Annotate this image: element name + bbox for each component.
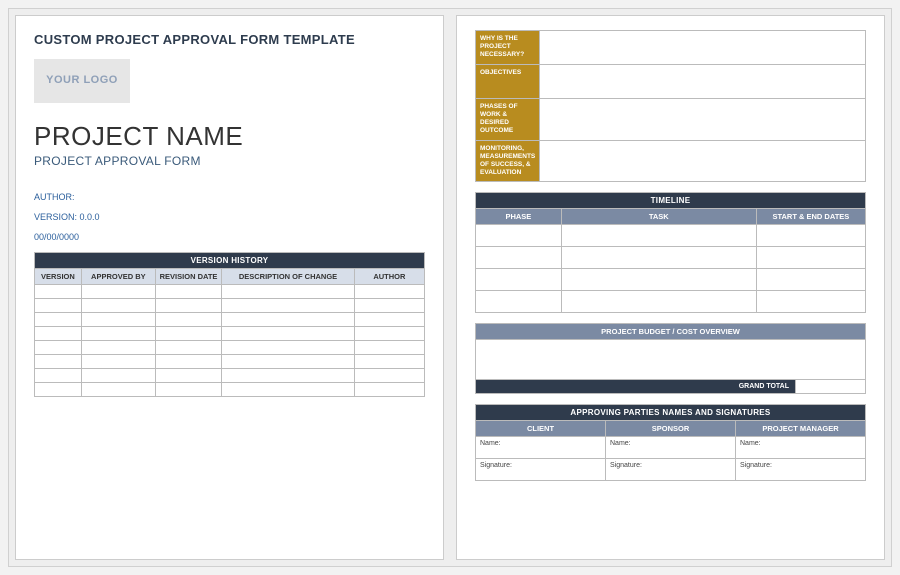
template-caption: CUSTOM PROJECT APPROVAL FORM TEMPLATE (34, 32, 425, 47)
table-row (476, 225, 866, 247)
date-label: 00/00/0000 (34, 232, 425, 242)
version-label: VERSION: 0.0.0 (34, 212, 425, 222)
table-row (35, 383, 425, 397)
table-row (476, 291, 866, 313)
summary-questions-table: WHY IS THE PROJECT NECESSARY? OBJECTIVES… (475, 30, 866, 182)
sponsor-signature[interactable]: Signature: (606, 459, 736, 481)
client-signature[interactable]: Signature: (476, 459, 606, 481)
summary-row: WHY IS THE PROJECT NECESSARY? (476, 31, 866, 65)
form-subtitle: PROJECT APPROVAL FORM (34, 154, 425, 168)
col-approved-by: APPROVED BY (81, 269, 155, 285)
grand-total-label: GRAND TOTAL (475, 380, 796, 394)
summary-row: PHASES OF WORK & DESIRED OUTCOME (476, 99, 866, 141)
col-author: AUTHOR (354, 269, 424, 285)
page-left: CUSTOM PROJECT APPROVAL FORM TEMPLATE YO… (15, 15, 444, 560)
version-history-title: VERSION HISTORY (35, 253, 425, 269)
approving-parties-table: APPROVING PARTIES NAMES AND SIGNATURES C… (475, 404, 866, 481)
approving-title: APPROVING PARTIES NAMES AND SIGNATURES (476, 405, 866, 421)
table-row (476, 269, 866, 291)
table-row (35, 299, 425, 313)
table-row (35, 313, 425, 327)
timeline-table: TIMELINE PHASE TASK START & END DATES (475, 192, 866, 313)
col-sponsor: SPONSOR (606, 421, 736, 437)
budget-title: PROJECT BUDGET / COST OVERVIEW (475, 323, 866, 340)
col-task: TASK (561, 209, 756, 225)
project-name-heading: PROJECT NAME (34, 121, 425, 152)
grand-total-value[interactable] (796, 380, 866, 394)
col-dates: START & END DATES (756, 209, 865, 225)
table-row (35, 327, 425, 341)
col-version: VERSION (35, 269, 82, 285)
meta-block: AUTHOR: VERSION: 0.0.0 00/00/0000 (34, 192, 425, 242)
table-row (35, 369, 425, 383)
col-client: CLIENT (476, 421, 606, 437)
approving-columns: CLIENT SPONSOR PROJECT MANAGER (476, 421, 866, 437)
q-necessary: WHY IS THE PROJECT NECESSARY? (476, 31, 540, 65)
logo-placeholder: YOUR LOGO (34, 59, 130, 103)
timeline-title: TIMELINE (476, 193, 866, 209)
timeline-columns: PHASE TASK START & END DATES (476, 209, 866, 225)
col-pm: PROJECT MANAGER (736, 421, 866, 437)
col-revision-date: REVISION DATE (155, 269, 221, 285)
q-objectives: OBJECTIVES (476, 65, 540, 99)
col-description: DESCRIPTION OF CHANGE (222, 269, 355, 285)
q-necessary-input[interactable] (540, 31, 866, 65)
table-row (476, 247, 866, 269)
q-phases: PHASES OF WORK & DESIRED OUTCOME (476, 99, 540, 141)
page-right: WHY IS THE PROJECT NECESSARY? OBJECTIVES… (456, 15, 885, 560)
name-row: Name: Name: Name: (476, 437, 866, 459)
pm-signature[interactable]: Signature: (736, 459, 866, 481)
pm-name[interactable]: Name: (736, 437, 866, 459)
version-history-table: VERSION HISTORY VERSION APPROVED BY REVI… (34, 252, 425, 397)
col-phase: PHASE (476, 209, 562, 225)
author-label: AUTHOR: (34, 192, 425, 202)
grand-total-row: GRAND TOTAL (475, 380, 866, 394)
document-spread: CUSTOM PROJECT APPROVAL FORM TEMPLATE YO… (8, 8, 892, 567)
client-name[interactable]: Name: (476, 437, 606, 459)
table-row (35, 341, 425, 355)
version-history-columns: VERSION APPROVED BY REVISION DATE DESCRI… (35, 269, 425, 285)
signature-row: Signature: Signature: Signature: (476, 459, 866, 481)
budget-input-area[interactable] (475, 340, 866, 380)
sponsor-name[interactable]: Name: (606, 437, 736, 459)
q-monitoring: MONITORING, MEASUREMENTS OF SUCCESS, & E… (476, 140, 540, 182)
summary-row: OBJECTIVES (476, 65, 866, 99)
table-row (35, 285, 425, 299)
q-phases-input[interactable] (540, 99, 866, 141)
q-objectives-input[interactable] (540, 65, 866, 99)
summary-row: MONITORING, MEASUREMENTS OF SUCCESS, & E… (476, 140, 866, 182)
q-monitoring-input[interactable] (540, 140, 866, 182)
table-row (35, 355, 425, 369)
